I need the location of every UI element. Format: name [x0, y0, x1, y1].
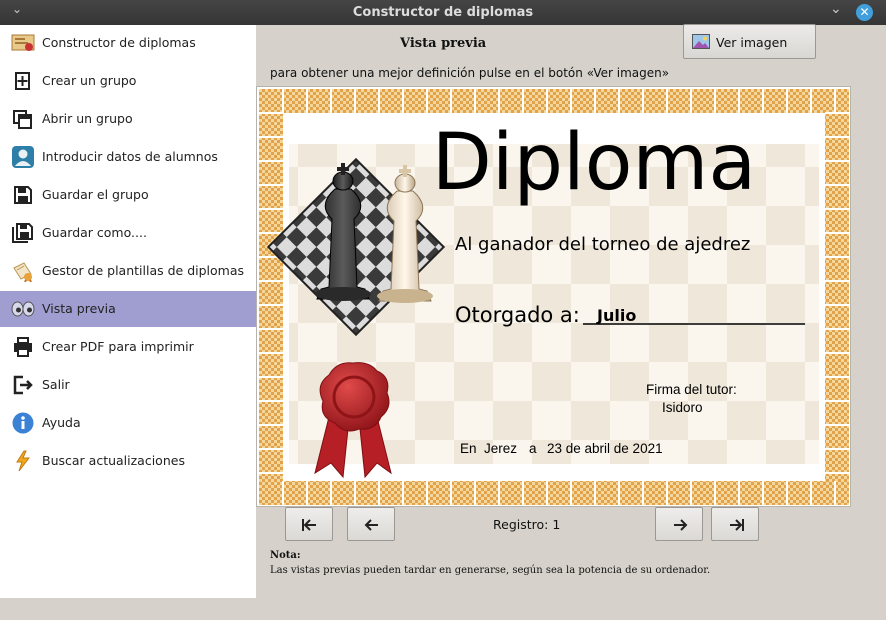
sidebar-item-crear-pdf[interactable]: Crear PDF para imprimir	[0, 329, 256, 365]
user-icon	[11, 146, 35, 168]
sidebar-item-label: Introducir datos de alumnos	[42, 149, 218, 164]
certificate-subtitle: Al ganador del torneo de ajedrez	[455, 234, 750, 255]
recipient-name: Julio	[596, 306, 636, 325]
sidebar-item-guardar-grupo[interactable]: Guardar el grupo	[0, 177, 256, 213]
sidebar-item-buscar-actualizaciones[interactable]: Buscar actualizaciones	[0, 443, 256, 479]
record-counter: Registro: 1	[493, 517, 561, 532]
printer-icon	[11, 336, 35, 358]
note-text: Las vistas previas pueden tardar en gene…	[270, 565, 711, 576]
last-record-icon	[730, 519, 744, 531]
sidebar-item-constructor[interactable]: Constructor de diplomas	[0, 25, 256, 61]
open-group-icon	[11, 108, 35, 130]
sidebar-item-label: Vista previa	[42, 301, 116, 316]
title-bar: ⌄ Constructor de diplomas ⌄ ✕	[0, 0, 886, 25]
first-record-button[interactable]	[285, 507, 333, 541]
close-icon[interactable]: ✕	[856, 4, 873, 21]
save-icon	[11, 184, 35, 206]
note-title: Nota:	[270, 550, 301, 561]
first-record-icon	[302, 519, 316, 531]
sidebar-item-label: Ayuda	[42, 415, 81, 430]
sidebar-item-gestor-plantillas[interactable]: Gestor de plantillas de diplomas	[0, 253, 256, 289]
awarded-label: Otorgado a:	[455, 303, 580, 327]
next-record-button[interactable]	[655, 507, 703, 541]
sidebar-item-label: Gestor de plantillas de diplomas	[42, 263, 245, 278]
sidebar-item-label: Guardar como....	[42, 225, 147, 240]
sidebar-item-label: Crear un grupo	[42, 73, 137, 88]
date-prefix: a	[529, 441, 537, 456]
certificate-heading: Diploma	[432, 118, 756, 208]
info-icon	[11, 412, 35, 434]
window-bottom-edge	[0, 598, 886, 620]
preview-title: Vista previa	[400, 36, 487, 51]
certificate-date: 23 de abril de 2021	[547, 441, 663, 456]
new-file-icon	[11, 70, 35, 92]
sidebar-item-label: Abrir un grupo	[42, 111, 133, 126]
lightning-icon	[11, 450, 35, 472]
sidebar-item-crear-grupo[interactable]: Crear un grupo	[0, 63, 256, 99]
prev-record-icon	[364, 519, 378, 531]
preview-hint: para obtener una mejor definición pulse …	[270, 66, 670, 80]
sidebar-item-introducir-datos[interactable]: Introducir datos de alumnos	[0, 139, 256, 175]
prev-record-button[interactable]	[347, 507, 395, 541]
certificate-preview: Diploma Al ganador del torneo de ajedrez…	[256, 86, 851, 507]
sidebar: Constructor de diplomas Crear un grupo A…	[0, 25, 256, 598]
sidebar-item-label: Salir	[42, 377, 70, 392]
sidebar-item-label: Guardar el grupo	[42, 187, 149, 202]
sidebar-item-vista-previa[interactable]: Vista previa	[0, 291, 256, 327]
certificate-icon	[11, 32, 35, 54]
eyes-icon	[11, 298, 35, 320]
view-image-button-label: Ver imagen	[716, 35, 788, 50]
exit-icon	[11, 374, 35, 396]
place-prefix: En	[460, 441, 477, 456]
tutor-name: Isidoro	[662, 400, 703, 415]
sidebar-item-label: Buscar actualizaciones	[42, 453, 185, 468]
sidebar-item-abrir-grupo[interactable]: Abrir un grupo	[0, 101, 256, 137]
view-image-button[interactable]: Ver imagen	[683, 24, 816, 59]
next-record-icon	[674, 519, 688, 531]
last-record-button[interactable]	[711, 507, 759, 541]
minimize-icon[interactable]: ⌄	[830, 1, 842, 17]
city: Jerez	[484, 441, 517, 456]
sidebar-item-label: Crear PDF para imprimir	[42, 339, 194, 354]
template-manager-icon	[11, 260, 35, 283]
save-as-icon	[11, 222, 35, 244]
sidebar-item-salir[interactable]: Salir	[0, 367, 256, 403]
signature-label: Firma del tutor:	[646, 382, 737, 397]
sidebar-item-ayuda[interactable]: Ayuda	[0, 405, 256, 441]
window-title: Constructor de diplomas	[352, 5, 534, 20]
image-icon	[692, 34, 710, 49]
sidebar-item-label: Constructor de diplomas	[42, 35, 196, 50]
sidebar-item-guardar-como[interactable]: Guardar como....	[0, 215, 256, 251]
